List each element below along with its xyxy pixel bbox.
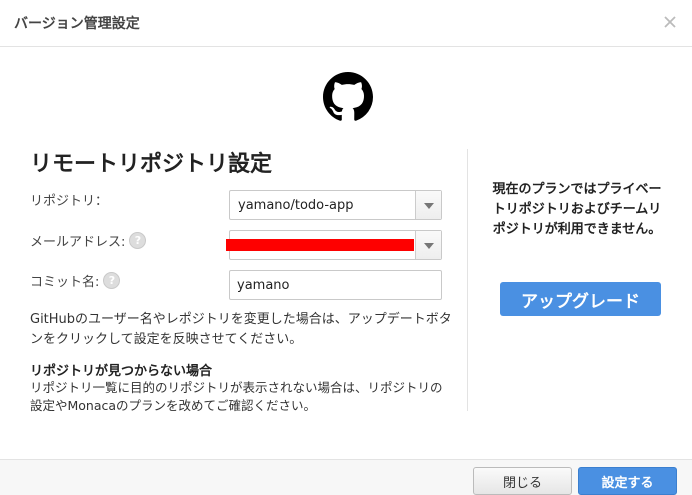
- save-button[interactable]: 設定する: [578, 467, 677, 495]
- repository-select-value: yamano/todo-app: [238, 198, 354, 213]
- not-found-instructions: リポジトリ一覧に目的のリポジトリが表示されない場合は、リポジトリの設定やMona…: [30, 380, 443, 413]
- help-icon[interactable]: ?: [103, 272, 121, 289]
- close-icon[interactable]: [658, 10, 682, 34]
- help-icon[interactable]: ?: [129, 232, 147, 249]
- commit-name-label: コミット名: ?: [30, 271, 121, 290]
- update-instructions: GitHubのユーザー名やレポジトリを変更した場合は、アップデートボタンをクリッ…: [30, 312, 452, 347]
- version-control-dialog: バージョン管理設定 リモートリポジトリ設定 リポジトリ： yamano/todo…: [0, 0, 692, 495]
- repository-label: リポジトリ：: [30, 190, 108, 209]
- github-icon: [323, 72, 373, 122]
- dialog-header: バージョン管理設定: [0, 0, 692, 47]
- repository-label-text: リポジトリ：: [30, 194, 109, 209]
- upgrade-button[interactable]: アップグレード: [500, 282, 661, 316]
- email-label: メールアドレス: ?: [30, 231, 147, 250]
- redacted-email-value: [226, 239, 414, 251]
- email-select[interactable]: [226, 230, 442, 260]
- chevron-down-icon[interactable]: [415, 191, 441, 219]
- plan-notice: 現在のプランではプライベートリポジトリおよびチームリポジトリが利用できません。: [492, 182, 662, 237]
- page-title: リモートリポジトリ設定: [30, 152, 273, 177]
- divider: [467, 149, 468, 411]
- close-button[interactable]: 閉じる: [473, 467, 572, 495]
- email-label-text: メールアドレス:: [30, 235, 126, 250]
- commit-name-input[interactable]: [229, 270, 442, 300]
- dialog-title: バージョン管理設定: [14, 16, 140, 32]
- chevron-down-icon[interactable]: [415, 231, 441, 259]
- repository-select[interactable]: yamano/todo-app: [229, 190, 442, 220]
- not-found-heading: リポジトリが見つからない場合: [30, 364, 213, 379]
- commit-name-label-text: コミット名:: [30, 275, 100, 290]
